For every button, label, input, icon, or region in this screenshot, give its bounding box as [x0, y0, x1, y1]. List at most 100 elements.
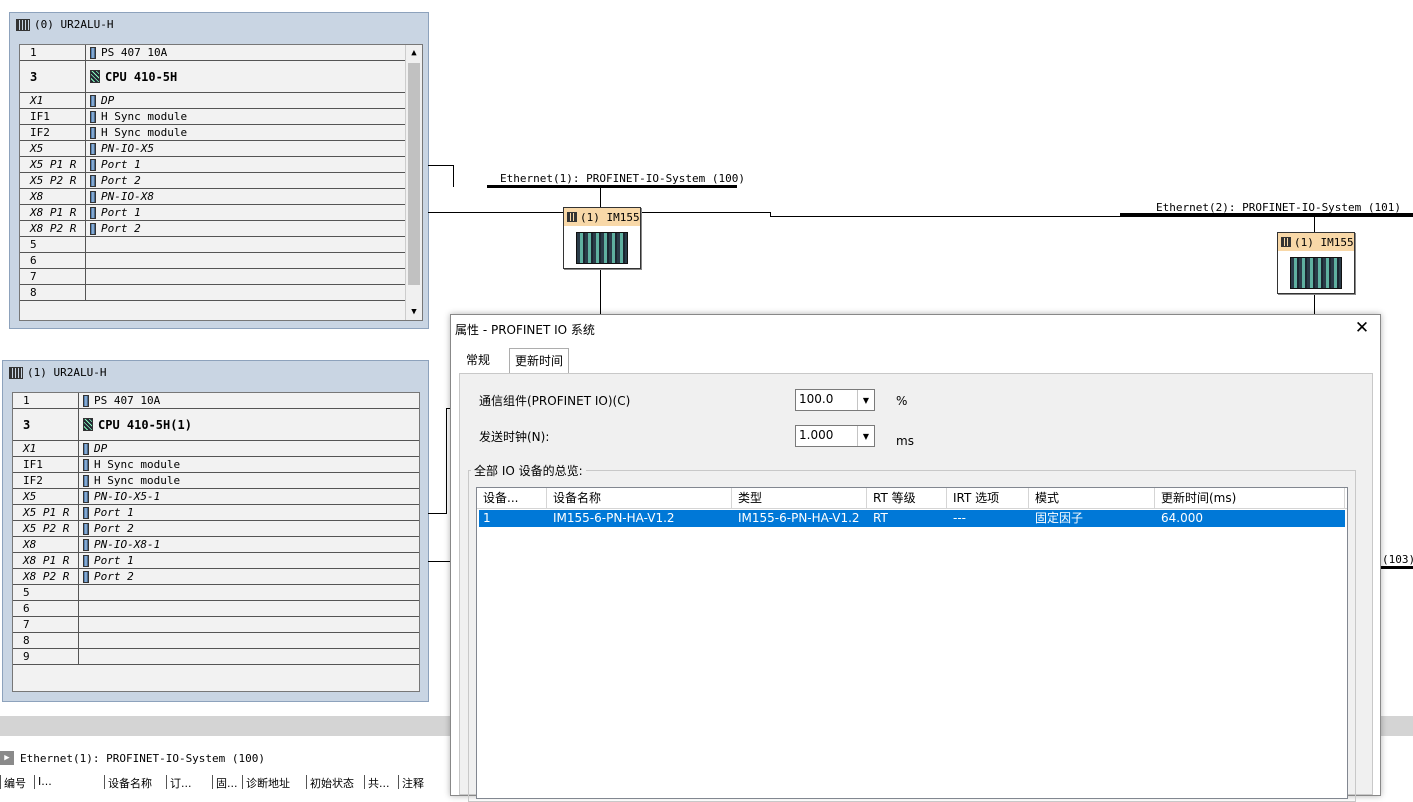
column-header[interactable]: 类型 — [732, 488, 867, 508]
tab-general[interactable]: 常规 — [461, 348, 495, 372]
slot-number: 8 — [23, 634, 30, 647]
rack-slot-row[interactable]: 8 — [20, 285, 422, 301]
module-icon — [83, 394, 89, 407]
column-header[interactable]: 更新时间(ms) — [1155, 488, 1345, 508]
rack-window-1[interactable]: (1) UR2ALU-H 1 PS 407 10A 3 CPU 410-5H(1) X1… — [2, 360, 429, 702]
chevron-down-icon[interactable]: ▼ — [857, 426, 874, 446]
rack-slot-row[interactable]: 3 CPU 410-5H — [20, 61, 422, 93]
module-cell[interactable]: PN-IO-X8 — [90, 189, 154, 204]
rack-slot-row[interactable]: X5 PN-IO-X5-1 — [13, 489, 419, 505]
module-cell[interactable]: Port 1 — [83, 505, 134, 520]
column-header[interactable]: IRT 选项 — [947, 488, 1029, 508]
slot-number: 9 — [23, 650, 30, 663]
module-cell[interactable]: Port 2 — [90, 173, 141, 188]
module-cell[interactable]: DP — [90, 93, 114, 108]
ethernet-bus-3[interactable] — [1380, 566, 1413, 569]
rack-slot-row[interactable]: 7 — [13, 617, 419, 633]
rack-slot-row[interactable]: 1 PS 407 10A — [20, 45, 422, 61]
rack-slot-row[interactable]: 6 — [13, 601, 419, 617]
rack-window-0[interactable]: (0) UR2ALU-H 1 PS 407 10A 3 CPU 410-5H X1 DP I… — [9, 12, 429, 329]
rack-slot-row[interactable]: X1 DP — [13, 441, 419, 457]
module-cell[interactable]: PN-IO-X8-1 — [83, 537, 160, 552]
rack-slot-row[interactable]: 1 PS 407 10A — [13, 393, 419, 409]
rack-slot-row[interactable]: X5 P1 R Port 1 — [13, 505, 419, 521]
io-device-im155-1[interactable]: (1) IM155 — [563, 207, 641, 269]
scrollbar-thumb[interactable] — [408, 63, 420, 285]
slot-number: X8 P2 R — [30, 222, 77, 235]
module-name: Port 1 — [101, 158, 141, 171]
module-cell[interactable]: Port 2 — [83, 521, 134, 536]
rack-slot-row[interactable]: IF1 H Sync module — [20, 109, 422, 125]
io-device-im155-2[interactable]: (1) IM155 — [1277, 232, 1355, 294]
rack-slot-row[interactable]: IF2 H Sync module — [13, 473, 419, 489]
module-cell[interactable]: PS 407 10A — [83, 393, 160, 408]
chevron-down-icon[interactable]: ▼ — [857, 390, 874, 410]
column-divider — [85, 141, 86, 156]
rack-slot-row[interactable]: IF2 H Sync module — [20, 125, 422, 141]
column-header[interactable]: 模式 — [1029, 488, 1155, 508]
module-cell[interactable]: H Sync module — [90, 125, 187, 140]
splitter-bar[interactable] — [0, 716, 450, 736]
column-header[interactable]: 设备名称 — [547, 488, 732, 508]
connector-line — [428, 165, 453, 166]
rack-slot-row[interactable]: 7 — [20, 269, 422, 285]
close-icon[interactable]: ✕ — [1352, 318, 1372, 338]
rack-slot-row[interactable]: X8 P1 R Port 1 — [20, 205, 422, 221]
module-cell[interactable]: CPU 410-5H — [90, 61, 177, 92]
io-device-table[interactable]: 设备... 设备名称 类型 RT 等级 IRT 选项 模式 更新时间(ms) 1 IM155-… — [476, 487, 1348, 799]
module-name: PN-IO-X8-1 — [94, 538, 161, 551]
comm-component-select[interactable]: 100.0 ▼ — [795, 389, 875, 411]
rack-slot-row[interactable]: X1 DP — [20, 93, 422, 109]
module-cell[interactable]: Port 2 — [83, 569, 134, 584]
module-cell[interactable]: H Sync module — [90, 109, 187, 124]
rack-slot-table[interactable]: 1 PS 407 10A 3 CPU 410-5H(1) X1 DP IF1 H Sync m… — [12, 392, 420, 692]
rack-slot-row[interactable]: IF1 H Sync module — [13, 457, 419, 473]
ethernet-bus-1[interactable] — [487, 185, 737, 188]
module-name: Port 1 — [101, 206, 141, 219]
module-cell[interactable]: Port 1 — [90, 157, 141, 172]
module-name: H Sync module — [94, 458, 181, 471]
send-clock-select[interactable]: 1.000 ▼ — [795, 425, 875, 447]
comm-component-label: 通信组件(PROFINET IO)(C) — [479, 394, 631, 408]
module-name: Port 2 — [94, 522, 134, 535]
properties-dialog[interactable]: 属性 - PROFINET IO 系统 ✕ 常规 更新时间 通信组件(PROFI… — [450, 314, 1381, 802]
module-cell[interactable]: Port 1 — [83, 553, 134, 568]
module-cell[interactable]: DP — [83, 441, 107, 456]
rack-slot-row[interactable]: 5 — [20, 237, 422, 253]
module-cell[interactable]: Port 2 — [90, 221, 141, 236]
module-cell[interactable]: PS 407 10A — [90, 45, 167, 60]
module-cell[interactable]: PN-IO-X5-1 — [83, 489, 160, 504]
rack-slot-row[interactable]: 9 — [13, 649, 419, 665]
module-cell[interactable]: Port 1 — [90, 205, 141, 220]
chevron-down-icon[interactable]: ▼ — [406, 304, 422, 320]
module-cell[interactable]: H Sync module — [83, 457, 180, 472]
rack-slot-row[interactable]: X8 PN-IO-X8 — [20, 189, 422, 205]
module-cell[interactable]: H Sync module — [83, 473, 180, 488]
column-header[interactable]: RT 等级 — [867, 488, 947, 508]
tab-update-time[interactable]: 更新时间 — [509, 348, 570, 375]
slot-number: X5 P2 R — [23, 522, 70, 535]
table-row[interactable]: 1 IM155-6-PN-HA-V1.2 IM155-6-PN-HA-V1.2 RT -… — [479, 510, 1345, 527]
rack-slot-row[interactable]: X8 P2 R Port 2 — [13, 569, 419, 585]
connector-line — [1314, 216, 1315, 232]
column-divider — [78, 617, 79, 632]
rack-slot-row[interactable]: 5 — [13, 585, 419, 601]
arrow-right-icon[interactable]: ▶ — [0, 751, 14, 765]
module-cell[interactable]: CPU 410-5H(1) — [83, 409, 192, 440]
module-cell[interactable]: PN-IO-X5 — [90, 141, 154, 156]
rack-slot-row[interactable]: X5 P1 R Port 1 — [20, 157, 422, 173]
chevron-up-icon[interactable]: ▲ — [406, 45, 422, 61]
rack-slot-row[interactable]: X8 P1 R Port 1 — [13, 553, 419, 569]
column-header[interactable]: 设备... — [477, 488, 547, 508]
rack-slot-row[interactable]: 8 — [13, 633, 419, 649]
rack-slot-row[interactable]: X8 PN-IO-X8-1 — [13, 537, 419, 553]
column-divider — [78, 601, 79, 616]
rack-slot-row[interactable]: X5 P2 R Port 2 — [13, 521, 419, 537]
rack-slot-table[interactable]: 1 PS 407 10A 3 CPU 410-5H X1 DP IF1 H Sync modu… — [19, 44, 423, 321]
rack-slot-row[interactable]: 6 — [20, 253, 422, 269]
rack-slot-row[interactable]: X5 PN-IO-X5 — [20, 141, 422, 157]
rack-slot-row[interactable]: 3 CPU 410-5H(1) — [13, 409, 419, 441]
vertical-scrollbar[interactable]: ▲ ▼ — [405, 45, 422, 320]
rack-slot-row[interactable]: X8 P2 R Port 2 — [20, 221, 422, 237]
rack-slot-row[interactable]: X5 P2 R Port 2 — [20, 173, 422, 189]
